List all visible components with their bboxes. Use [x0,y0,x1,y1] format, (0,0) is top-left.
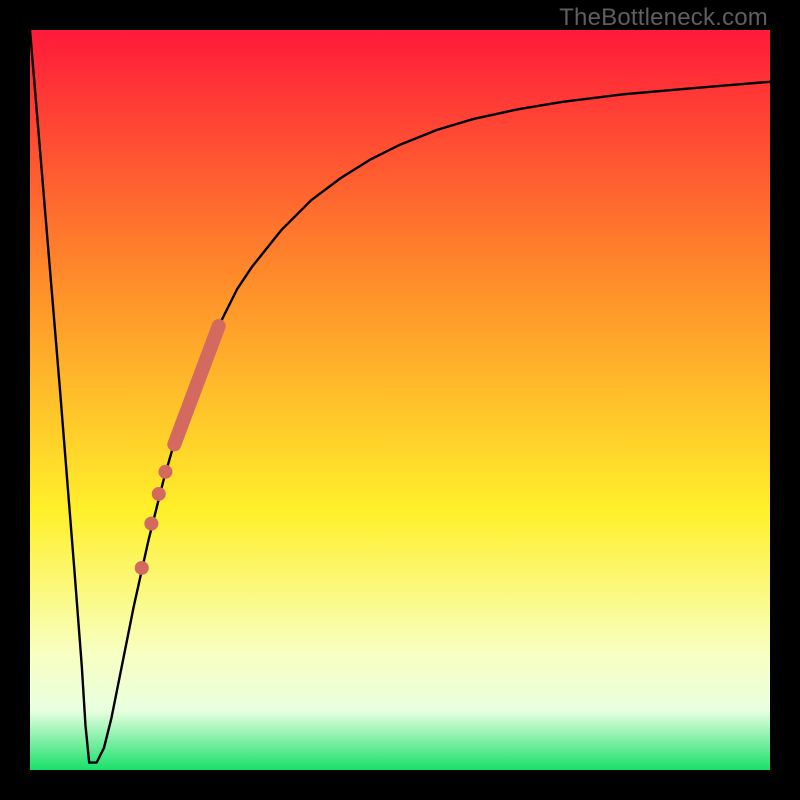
watermark-text: TheBottleneck.com [559,4,768,32]
marker-dot [158,465,172,479]
chart-frame: TheBottleneck.com [0,0,800,800]
marker-dot [152,487,166,501]
curve-layer [30,30,770,770]
curve-markers [135,326,219,575]
bottleneck-curve [30,30,770,763]
marker-dot [135,561,149,575]
marker-segment [174,326,218,444]
marker-dot [144,517,158,531]
plot-area [30,30,770,770]
